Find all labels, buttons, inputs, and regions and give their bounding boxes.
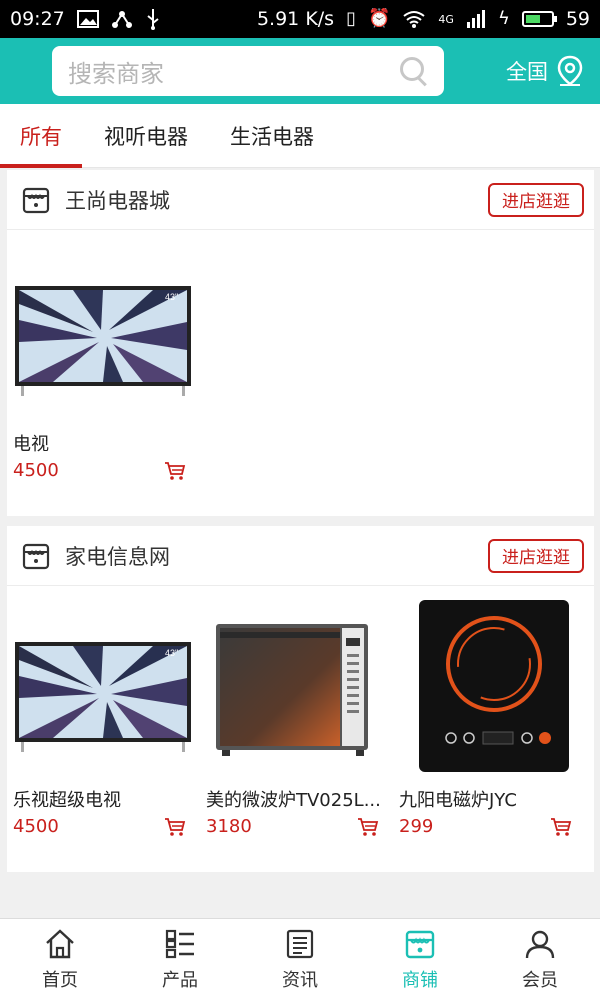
store-icon xyxy=(22,187,50,213)
tab-home-appliances[interactable]: 生活电器 xyxy=(230,104,314,168)
nav-member[interactable]: 会员 xyxy=(480,919,600,1000)
news-icon xyxy=(286,929,314,958)
store-icon xyxy=(22,543,50,569)
product-image-induction-cooker[interactable] xyxy=(399,598,579,778)
charging-icon: ϟ xyxy=(497,8,510,29)
battery-icon xyxy=(521,11,557,27)
shop-card: 王尚电器城 进店逛逛 43" 电视 4500 xyxy=(7,170,594,516)
search-input[interactable]: 搜索商家 xyxy=(52,46,444,96)
cart-icon[interactable] xyxy=(550,817,572,837)
network-type: 4G xyxy=(438,12,454,26)
store-icon xyxy=(405,930,435,958)
product-price: 299 xyxy=(399,816,434,837)
nav-news[interactable]: 资讯 xyxy=(240,919,360,1000)
shop-card: 家电信息网 进店逛逛 43" 乐视超级电视 4500 美的微波炉TV025L..… xyxy=(7,526,594,872)
bottom-navigation: 首页 产品 资讯 商铺 会员 xyxy=(0,918,600,1000)
usb-icon xyxy=(147,9,159,30)
nav-stores[interactable]: 商铺 xyxy=(360,919,480,1000)
home-icon xyxy=(46,928,74,958)
nav-home-label: 首页 xyxy=(42,969,78,991)
enter-shop-button[interactable]: 进店逛逛 xyxy=(488,182,584,217)
user-icon xyxy=(525,930,555,958)
nav-products-label: 产品 xyxy=(162,969,198,991)
battery-level: 59 xyxy=(565,8,590,30)
shop-name: 家电信息网 xyxy=(65,544,170,569)
tab-audio-video[interactable]: 视听电器 xyxy=(104,104,188,168)
product-image-microwave[interactable] xyxy=(206,598,386,778)
product-card[interactable]: 43" 乐视超级电视 4500 xyxy=(7,598,200,837)
nav-home[interactable]: 首页 xyxy=(0,919,120,1000)
status-bar: 09:27 5.91 K/s ▯ ⏰ 4G ϟ 59 xyxy=(0,0,600,38)
enter-shop-button[interactable]: 进店逛逛 xyxy=(488,538,584,573)
vibrate-icon: ▯ xyxy=(346,8,356,29)
nav-member-label: 会员 xyxy=(522,969,558,991)
product-price: 4500 xyxy=(13,816,59,837)
status-time: 09:27 xyxy=(10,8,65,30)
product-name: 九阳电磁炉JYC xyxy=(399,790,517,811)
nav-products[interactable]: 产品 xyxy=(120,919,240,1000)
search-placeholder: 搜索商家 xyxy=(68,59,164,88)
cart-icon[interactable] xyxy=(357,817,379,837)
network-speed: 5.91 K/s xyxy=(256,8,335,30)
header: 搜索商家 全国 xyxy=(0,38,600,104)
shop-name: 王尚电器城 xyxy=(65,188,170,213)
product-card[interactable]: 43" 电视 4500 xyxy=(7,242,200,481)
signal-icon xyxy=(466,10,485,28)
product-card[interactable]: 九阳电磁炉JYC 299 xyxy=(393,598,586,837)
shop-header: 家电信息网 进店逛逛 xyxy=(7,526,594,586)
location-pin-icon xyxy=(557,55,583,86)
nav-news-label: 资讯 xyxy=(282,969,318,991)
wifi-icon xyxy=(403,11,426,28)
region-selector[interactable]: 全国 xyxy=(506,55,584,87)
category-tabs: 所有 视听电器 生活电器 xyxy=(0,104,600,168)
product-image-tv[interactable]: 43" xyxy=(13,242,193,422)
shop-header: 王尚电器城 进店逛逛 xyxy=(7,170,594,230)
list-icon xyxy=(165,929,194,958)
product-price: 3180 xyxy=(206,816,252,837)
product-price: 4500 xyxy=(13,460,59,481)
cart-icon[interactable] xyxy=(164,461,186,481)
product-name: 电视 xyxy=(13,434,49,455)
image-icon xyxy=(76,10,99,28)
tab-all[interactable]: 所有 xyxy=(0,104,82,168)
product-name: 乐视超级电视 xyxy=(13,790,121,811)
svg-text:43": 43" xyxy=(165,648,178,658)
product-image-tv[interactable]: 43" xyxy=(13,598,193,778)
svg-text:43": 43" xyxy=(165,292,178,302)
region-label: 全国 xyxy=(506,60,548,84)
cart-icon[interactable] xyxy=(164,817,186,837)
product-name: 美的微波炉TV025L... xyxy=(206,790,381,811)
search-icon[interactable] xyxy=(400,57,428,85)
alarm-icon: ⏰ xyxy=(367,8,391,29)
share-icon xyxy=(111,11,132,28)
nav-stores-label: 商铺 xyxy=(402,969,438,991)
product-card[interactable]: 美的微波炉TV025L... 3180 xyxy=(200,598,393,837)
